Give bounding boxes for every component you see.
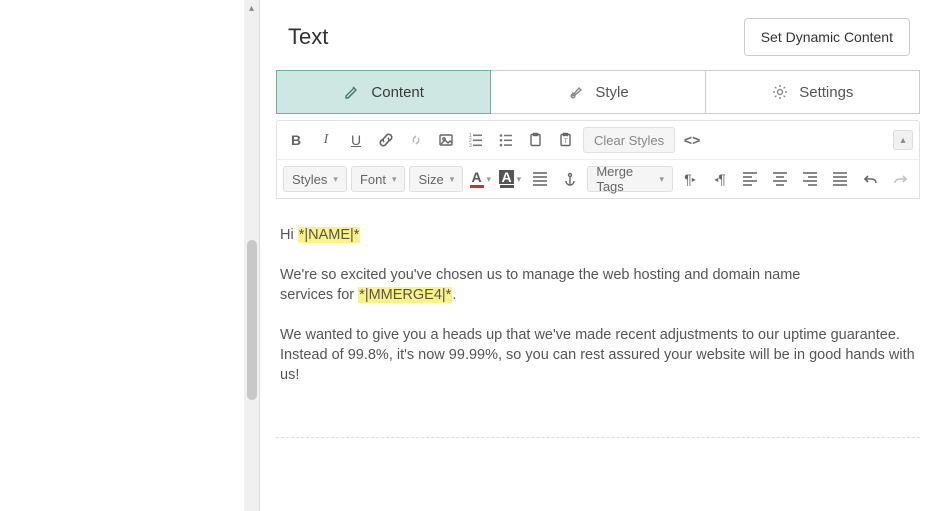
scroll-up-arrow[interactable]: ▴ <box>244 0 259 16</box>
size-dropdown[interactable]: Size▾ <box>409 166 463 192</box>
merge-tags-dropdown-label: Merge Tags <box>596 164 653 194</box>
italic-button[interactable]: I <box>313 127 339 153</box>
paste-text-button[interactable]: T <box>553 127 579 153</box>
merge-tag-mmerge4: *|MMERGE4|* <box>358 287 452 303</box>
rtl-button[interactable]: ◂¶ <box>707 166 733 192</box>
align-left-button[interactable] <box>737 166 763 192</box>
scrollbar[interactable]: ▴ <box>244 0 260 511</box>
underline-button[interactable]: U <box>343 127 369 153</box>
ltr-button[interactable]: ¶▸ <box>677 166 703 192</box>
align-justify-button[interactable] <box>827 166 853 192</box>
tab-settings-label: Settings <box>799 84 853 101</box>
clear-styles-button[interactable]: Clear Styles <box>583 127 675 153</box>
anchor-button[interactable] <box>557 166 583 192</box>
tab-bar: Content Style Settings <box>276 70 920 114</box>
paste-button[interactable] <box>523 127 549 153</box>
paragraph-greeting: Hi *|NAME|* <box>280 225 916 245</box>
toolbar-row-2: Styles▾ Font▾ Size▾ A▾ A▾ Merge Tags▾ ¶▸… <box>277 159 919 198</box>
merge-tag-name: *|NAME|* <box>298 227 361 243</box>
tab-content-label: Content <box>371 84 424 101</box>
pencil-icon <box>343 83 361 101</box>
intro-suffix: . <box>452 287 456 303</box>
justify-button[interactable] <box>527 166 553 192</box>
page: ▴ Text Set Dynamic Content Content Style <box>0 0 936 511</box>
content-editor[interactable]: Hi *|NAME|* We're so excited you've chos… <box>276 198 920 425</box>
collapse-toolbar-button[interactable]: ▴ <box>893 130 913 150</box>
link-button[interactable] <box>373 127 399 153</box>
gear-icon <box>771 83 789 101</box>
undo-button[interactable] <box>857 166 883 192</box>
size-dropdown-label: Size <box>418 172 443 187</box>
block-divider <box>276 437 920 438</box>
toolbar-row-1: B I U 123 <box>277 121 919 159</box>
image-button[interactable] <box>433 127 459 153</box>
align-center-button[interactable] <box>767 166 793 192</box>
styles-dropdown-label: Styles <box>292 172 327 187</box>
svg-text:3: 3 <box>469 143 472 148</box>
set-dynamic-content-button[interactable]: Set Dynamic Content <box>744 18 910 56</box>
paragraph-body: We wanted to give you a heads up that we… <box>280 325 916 385</box>
text-color-button[interactable]: A▾ <box>467 166 493 192</box>
redo-button[interactable] <box>887 166 913 192</box>
bold-button[interactable]: B <box>283 127 309 153</box>
paragraph-intro: We're so excited you've chosen us to man… <box>280 265 820 305</box>
background-color-button[interactable]: A▾ <box>497 166 523 192</box>
tab-settings[interactable]: Settings <box>706 70 920 114</box>
unlink-button[interactable] <box>403 127 429 153</box>
tab-content[interactable]: Content <box>276 70 491 114</box>
align-right-button[interactable] <box>797 166 823 192</box>
ordered-list-button[interactable]: 123 <box>463 127 489 153</box>
editor-panel: Text Set Dynamic Content Content Style <box>260 0 936 511</box>
wysiwyg-toolbar: B I U 123 <box>276 120 920 198</box>
font-dropdown-label: Font <box>360 172 386 187</box>
source-code-button[interactable]: <> <box>679 127 705 153</box>
tab-style-label: Style <box>595 84 628 101</box>
merge-tags-dropdown[interactable]: Merge Tags▾ <box>587 166 673 192</box>
tab-style[interactable]: Style <box>491 70 705 114</box>
styles-dropdown[interactable]: Styles▾ <box>283 166 347 192</box>
scroll-thumb[interactable] <box>247 240 257 400</box>
brush-icon <box>567 83 585 101</box>
font-dropdown[interactable]: Font▾ <box>351 166 406 192</box>
greeting-prefix: Hi <box>280 227 298 243</box>
panel-title: Text <box>288 24 328 50</box>
svg-text:T: T <box>564 139 568 145</box>
unordered-list-button[interactable] <box>493 127 519 153</box>
panel-header: Text Set Dynamic Content <box>288 18 910 56</box>
